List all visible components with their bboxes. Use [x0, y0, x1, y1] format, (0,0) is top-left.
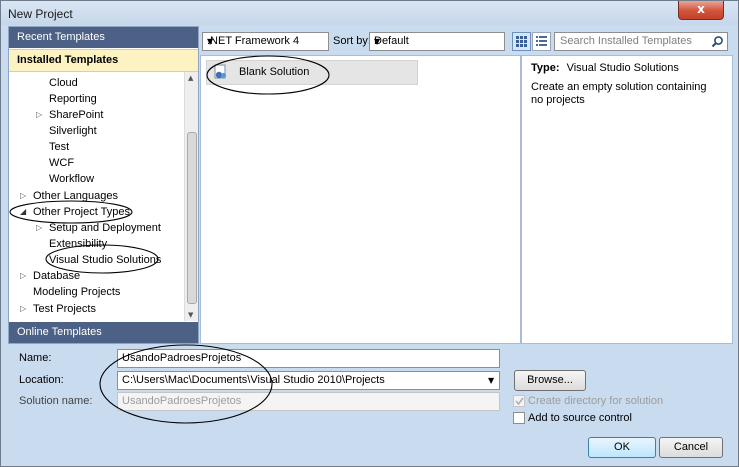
recent-templates-label: Recent Templates: [17, 31, 105, 43]
type-label: Type:: [531, 62, 560, 74]
expand-arrow-icon[interactable]: ▷: [36, 223, 42, 232]
tree-item-label: Other Project Types: [33, 206, 131, 218]
close-button[interactable]: x: [678, 1, 724, 20]
title-bar[interactable]: New Project x: [1, 1, 738, 25]
close-icon: x: [697, 2, 705, 16]
location-value: C:\Users\Mac\Documents\Visual Studio 201…: [122, 374, 385, 386]
template-type: Type: Visual Studio Solutions: [531, 62, 679, 74]
collapse-arrow-icon[interactable]: ◢: [20, 207, 26, 216]
tree-item-setup-and-deployment[interactable]: ▷ Setup and Deployment: [36, 222, 161, 234]
sort-select[interactable]: Default ▼: [369, 32, 505, 51]
tree-item-modeling-projects[interactable]: Modeling Projects: [33, 286, 120, 298]
tree-item-reporting[interactable]: Reporting: [49, 93, 97, 105]
template-list: Blank Solution: [200, 55, 521, 344]
type-value: Visual Studio Solutions: [566, 62, 679, 74]
create-directory-label: Create directory for solution: [528, 395, 664, 407]
tree-item-label: Setup and Deployment: [49, 222, 161, 234]
list-view-button[interactable]: [532, 32, 551, 51]
solution-name-input[interactable]: UsandoPadroesProjetos: [117, 392, 500, 411]
scroll-down-icon[interactable]: ▼: [188, 311, 193, 319]
search-installed-templates-input[interactable]: Search Installed Templates: [554, 32, 728, 51]
dropdown-arrow-icon[interactable]: ▼: [488, 376, 494, 385]
dialog-title: New Project: [8, 7, 73, 21]
grid-view-icon: [516, 36, 527, 47]
solution-name-label: Solution name:: [19, 395, 93, 407]
template-description: Create an empty solution containing no p…: [531, 81, 707, 106]
template-name: Blank Solution: [239, 66, 310, 78]
search-placeholder: Search Installed Templates: [560, 35, 692, 47]
expand-arrow-icon[interactable]: ▷: [20, 191, 26, 200]
tree-item-other-project-types[interactable]: ◢ Other Project Types: [20, 206, 130, 218]
solution-name-value: UsandoPadroesProjetos: [122, 395, 242, 407]
browse-button[interactable]: Browse...: [514, 370, 586, 391]
location-combo[interactable]: C:\Users\Mac\Documents\Visual Studio 201…: [117, 371, 500, 390]
tree-scrollbar[interactable]: ▲ ▼: [184, 72, 198, 321]
sort-by-label: Sort by:: [333, 35, 371, 47]
tree-item-label: Other Languages: [33, 190, 119, 202]
tree-item-test[interactable]: Test: [49, 141, 69, 153]
checkmark-icon: [515, 397, 524, 406]
installed-templates-label: Installed Templates: [17, 54, 119, 66]
scroll-up-icon[interactable]: ▲: [188, 74, 193, 82]
template-item-blank-solution[interactable]: Blank Solution: [206, 60, 418, 85]
tree-item-label: SharePoint: [49, 109, 104, 121]
search-icon[interactable]: [711, 35, 724, 48]
online-templates-label: Online Templates: [17, 326, 102, 338]
ok-button[interactable]: OK: [588, 437, 656, 458]
name-label: Name:: [19, 352, 52, 364]
name-value: UsandoPadroesProjetos: [122, 352, 242, 364]
expand-arrow-icon[interactable]: ▷: [20, 304, 26, 313]
recent-templates-header[interactable]: Recent Templates: [9, 27, 198, 48]
add-to-source-control-label: Add to source control: [528, 412, 632, 424]
tree-item-visual-studio-solutions[interactable]: Visual Studio Solutions: [49, 254, 161, 266]
name-input[interactable]: UsandoPadroesProjetos: [117, 349, 500, 368]
tree-item-test-projects[interactable]: ▷ Test Projects: [20, 303, 96, 315]
scrollbar-thumb[interactable]: [187, 132, 197, 304]
create-directory-checkbox[interactable]: [513, 395, 525, 407]
tree-item-cloud[interactable]: Cloud: [49, 77, 78, 89]
cancel-button[interactable]: Cancel: [659, 437, 723, 458]
add-to-source-control-checkbox[interactable]: [513, 412, 525, 424]
blank-solution-icon: [214, 64, 227, 79]
tree-item-label: Test Projects: [33, 303, 96, 315]
installed-templates-header[interactable]: Installed Templates: [9, 49, 198, 72]
dropdown-arrow-icon: ▼: [374, 37, 381, 46]
expand-arrow-icon[interactable]: ▷: [20, 271, 26, 280]
list-view-icon: [536, 36, 547, 46]
dropdown-arrow-icon: ▼: [207, 37, 214, 46]
medium-icons-view-button[interactable]: [512, 32, 531, 51]
tree-item-other-languages[interactable]: ▷ Other Languages: [20, 190, 118, 202]
tree-item-sharepoint[interactable]: ▷ SharePoint: [36, 109, 103, 121]
tree-item-wcf[interactable]: WCF: [49, 157, 74, 169]
tree-item-database[interactable]: ▷ Database: [20, 270, 80, 282]
framework-select[interactable]: .NET Framework 4 ▼: [202, 32, 329, 51]
new-project-dialog: New Project x Recent Templates Installed…: [0, 0, 739, 467]
tree-item-extensibility[interactable]: Extensibility: [49, 238, 107, 250]
template-details-panel: Type: Visual Studio Solutions Create an …: [521, 55, 733, 344]
tree-item-silverlight[interactable]: Silverlight: [49, 125, 97, 137]
online-templates-header[interactable]: Online Templates: [9, 322, 198, 343]
location-label: Location:: [19, 374, 64, 386]
expand-arrow-icon[interactable]: ▷: [36, 110, 42, 119]
tree-item-workflow[interactable]: Workflow: [49, 173, 94, 185]
template-categories-panel: Recent Templates Installed Templates Clo…: [8, 26, 199, 344]
template-tree: Cloud Reporting ▷ SharePoint Silverlight …: [9, 72, 184, 320]
tree-item-label: Database: [33, 270, 81, 282]
